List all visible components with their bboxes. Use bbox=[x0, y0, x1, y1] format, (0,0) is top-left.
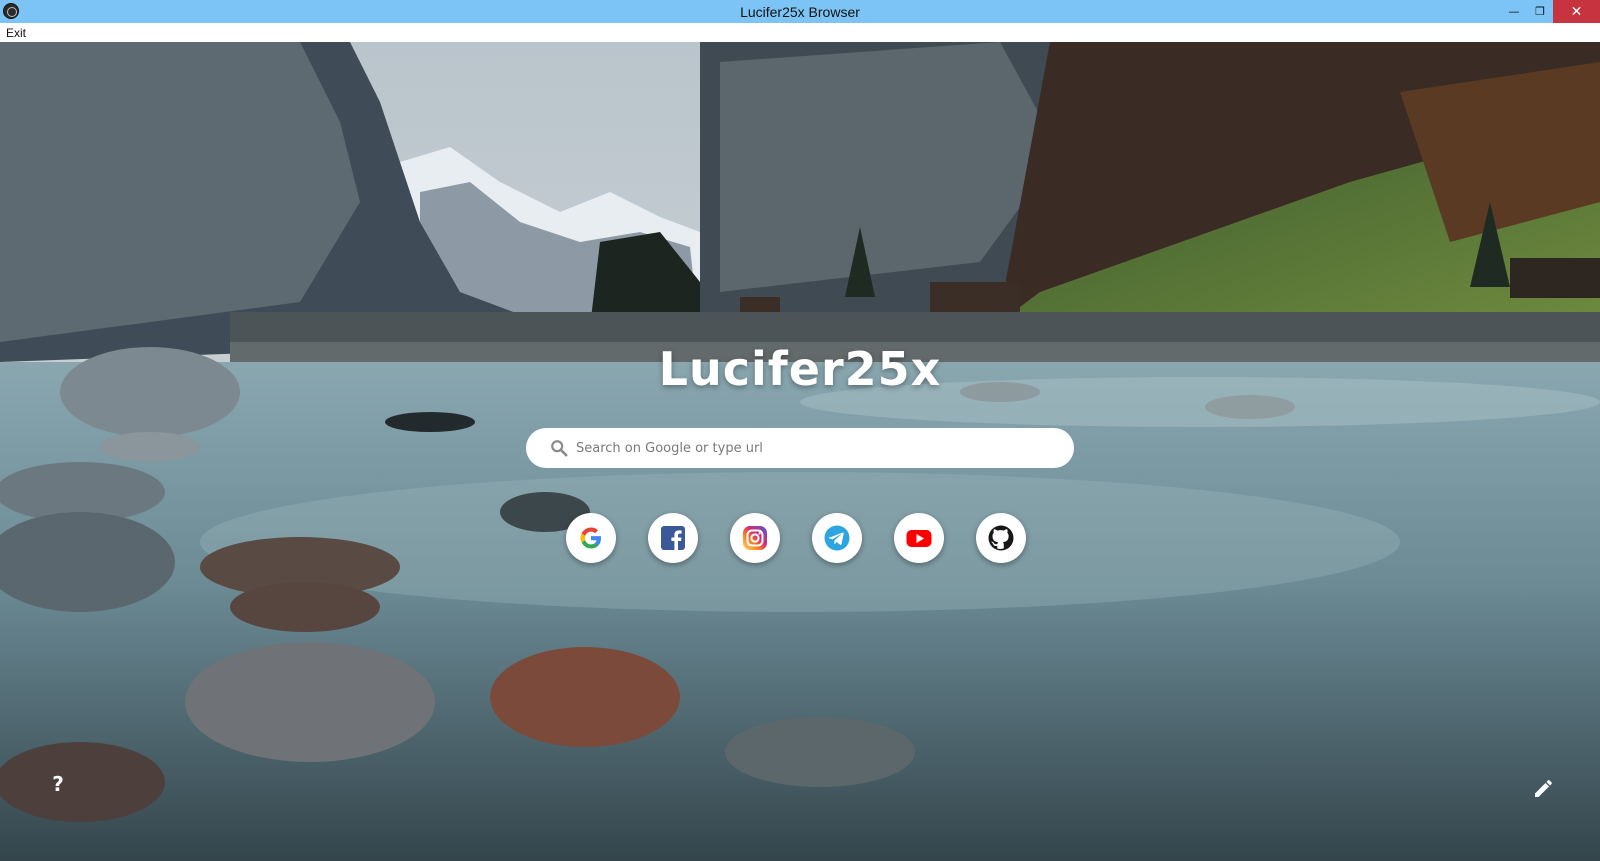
menu-bar: Exit bbox=[0, 23, 1600, 42]
youtube-icon bbox=[906, 530, 932, 547]
shortcut-github[interactable] bbox=[976, 513, 1026, 563]
google-icon bbox=[580, 527, 601, 549]
github-icon bbox=[988, 525, 1014, 551]
instagram-icon bbox=[743, 526, 767, 550]
window-title: Lucifer25x Browser bbox=[740, 3, 860, 20]
search-icon bbox=[551, 440, 568, 457]
shortcut-google[interactable] bbox=[566, 513, 616, 563]
facebook-icon bbox=[661, 526, 685, 550]
minimize-button[interactable]: — bbox=[1501, 0, 1527, 23]
close-button[interactable]: ✕ bbox=[1553, 0, 1600, 23]
search-input[interactable] bbox=[576, 433, 1056, 463]
menu-exit[interactable]: Exit bbox=[6, 26, 26, 40]
brand-title: Lucifer25x bbox=[658, 342, 942, 396]
shortcut-facebook[interactable] bbox=[648, 513, 698, 563]
shortcut-telegram[interactable] bbox=[812, 513, 862, 563]
browser-viewport: Lucifer25x Search on Google or type url … bbox=[0, 42, 1600, 861]
app-icon[interactable] bbox=[3, 3, 19, 19]
title-bar: Lucifer25x Browser — ❐ ✕ bbox=[0, 0, 1600, 23]
help-button[interactable]: ? bbox=[48, 772, 68, 798]
pencil-icon[interactable] bbox=[1532, 777, 1554, 799]
restore-button[interactable]: ❐ bbox=[1527, 0, 1553, 23]
shortcut-instagram[interactable] bbox=[730, 513, 780, 563]
telegram-icon bbox=[824, 525, 850, 551]
window-controls: — ❐ ✕ bbox=[1501, 0, 1600, 23]
search-bar[interactable] bbox=[526, 428, 1074, 468]
shortcut-youtube[interactable] bbox=[894, 513, 944, 563]
shortcut-list bbox=[566, 513, 1026, 563]
